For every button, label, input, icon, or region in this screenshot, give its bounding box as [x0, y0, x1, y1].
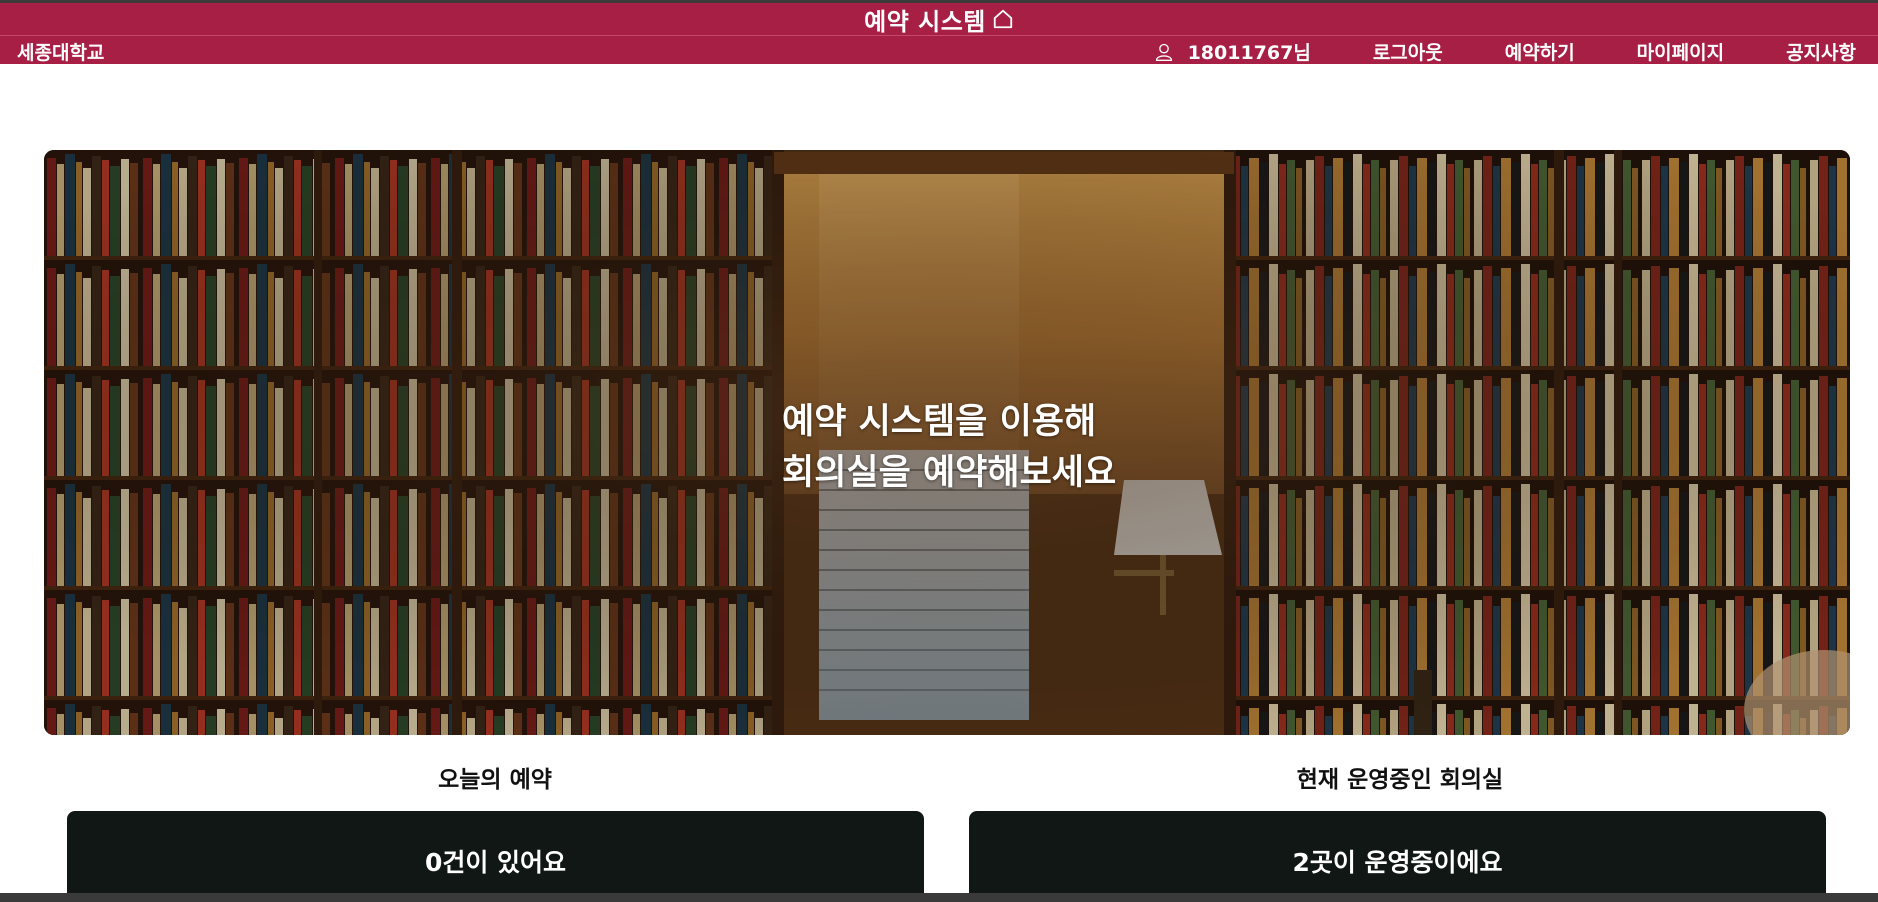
nav-menu: 18011767님 로그아웃 예약하기 마이페이지 공지사항 — [1154, 38, 1856, 65]
active-rooms-title: 현재 운영중인 회의실 — [1296, 767, 1504, 793]
hero-headline: 예약 시스템을 이용해 회의실을 예약해보세요 — [782, 397, 1116, 499]
user-id-label: 18011767님 — [1187, 42, 1311, 64]
user-icon — [1155, 43, 1172, 61]
today-reservations-title: 오늘의 예약 — [438, 767, 552, 793]
top-header: 예약 시스템 세종대학교 18011767님 로그아웃 예약하기 마이페이지 공… — [0, 3, 1878, 64]
brand-name[interactable]: 세종대학교 — [17, 38, 104, 65]
hero-line-2: 회의실을 예약해보세요 — [782, 453, 1117, 493]
home-icon[interactable] — [992, 8, 1014, 30]
site-title[interactable]: 예약 시스템 — [864, 2, 986, 37]
active-rooms-card[interactable]: 2곳이 운영중이에요 — [969, 811, 1826, 902]
nav-mypage-link[interactable]: 마이페이지 — [1637, 38, 1724, 65]
header-title-row: 예약 시스템 — [0, 2, 1878, 37]
hero-line-1: 예약 시스템을 이용해 — [782, 402, 1097, 442]
nav-logout-link[interactable]: 로그아웃 — [1373, 38, 1443, 65]
active-rooms-count: 2곳이 운영중이에요 — [1292, 848, 1503, 877]
today-reservations-count: 0건이 있어요 — [424, 848, 567, 877]
hero-banner: 예약 시스템을 이용해 회의실을 예약해보세요 — [44, 150, 1850, 735]
user-info: 18011767님 — [1154, 38, 1311, 65]
nav-bar: 세종대학교 18011767님 로그아웃 예약하기 마이페이지 공지사항 — [0, 36, 1878, 64]
today-reservations-card[interactable]: 0건이 있어요 — [67, 811, 924, 902]
bottom-taskbar-edge — [0, 893, 1878, 902]
nav-reserve-link[interactable]: 예약하기 — [1505, 38, 1575, 65]
nav-notice-link[interactable]: 공지사항 — [1786, 38, 1856, 65]
